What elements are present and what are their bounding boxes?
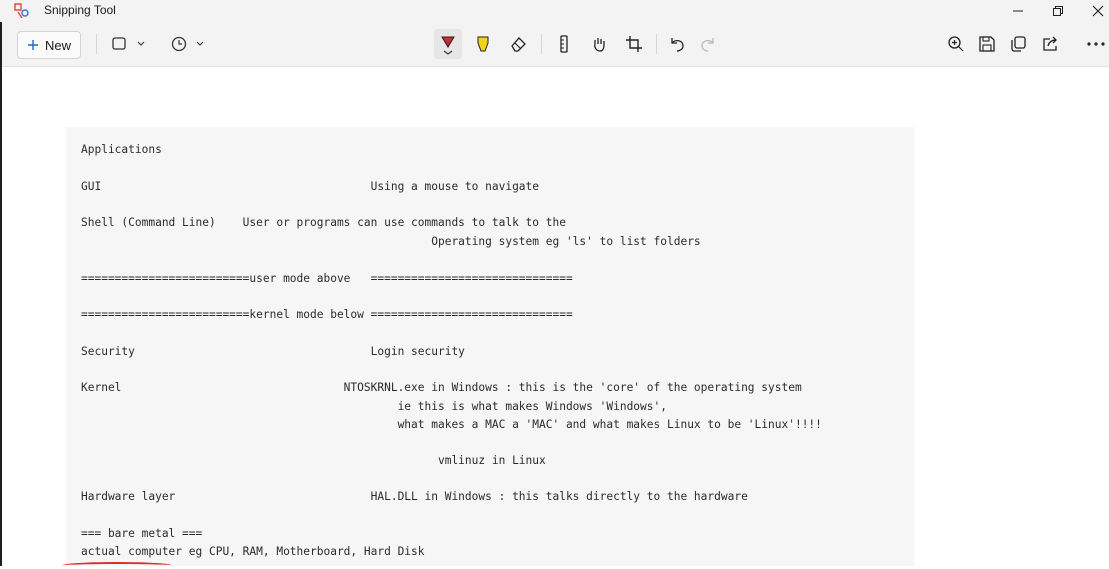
doc-line: Security Login security (81, 345, 465, 358)
touch-writing-button[interactable] (587, 30, 611, 58)
more-options-button[interactable] (1082, 30, 1109, 58)
doc-line: Operating system eg 'ls' to list folders (81, 235, 701, 248)
delay-dropdown[interactable] (167, 30, 207, 58)
minimize-icon (1013, 10, 1023, 12)
ruler-icon (560, 35, 568, 53)
redo-button[interactable] (696, 30, 720, 58)
highlighter-button[interactable] (470, 30, 496, 58)
zoom-icon (948, 36, 964, 52)
copy-button[interactable] (1006, 30, 1030, 58)
title-bar: Snipping Tool (0, 0, 1109, 22)
doc-line: Hardware layer HAL.DLL in Windows : this… (81, 490, 748, 503)
doc-line: what makes a MAC a 'MAC' and what makes … (81, 418, 822, 431)
touch-writing-icon (594, 38, 605, 52)
zoom-button[interactable] (944, 30, 968, 58)
doc-line: Applications (81, 143, 162, 156)
doc-line: vmlinuz in Linux (81, 454, 546, 467)
eraser-button[interactable] (505, 30, 531, 58)
doc-line: Shell (Command Line) User or programs ca… (81, 216, 566, 229)
undo-button[interactable] (665, 30, 689, 58)
ballpoint-pen-button[interactable] (434, 29, 462, 59)
doc-line: actual computer eg CPU, RAM, Motherboard… (81, 545, 425, 558)
restore-button[interactable] (1038, 0, 1078, 22)
divider (96, 34, 97, 54)
doc-line: === bare metal === (81, 527, 203, 540)
plus-icon (28, 40, 38, 50)
close-icon (1092, 5, 1104, 17)
doc-line: Kernel NTOSKRNL.exe in Windows : this is… (81, 381, 802, 394)
crop-button[interactable] (622, 30, 646, 58)
window-title: Snipping Tool (44, 3, 116, 17)
save-button[interactable] (975, 30, 999, 58)
save-icon (979, 36, 995, 52)
ruler-button[interactable] (552, 30, 576, 58)
snipping-tool-logo-icon (14, 3, 29, 19)
snip-mode-icon (112, 37, 145, 50)
window-left-edge (0, 22, 2, 566)
ballpoint-pen-icon (441, 36, 455, 55)
doc-line: =========================kernel mode bel… (81, 308, 573, 321)
copy-icon (1011, 36, 1026, 52)
close-button[interactable] (1078, 0, 1109, 22)
new-snip-button[interactable]: New (17, 31, 81, 59)
redo-icon (701, 38, 714, 52)
toolbar: New (0, 22, 1109, 67)
crop-icon (626, 36, 642, 52)
doc-line: =========================user mode above… (81, 272, 573, 285)
snip-mode-dropdown[interactable] (108, 30, 148, 58)
doc-line: ie this is what makes Windows 'Windows', (81, 400, 667, 413)
divider (541, 34, 542, 54)
undo-icon (671, 38, 684, 52)
divider (656, 34, 657, 54)
delay-icon (171, 36, 204, 52)
minimize-button[interactable] (998, 0, 1038, 22)
more-icon (1087, 42, 1105, 46)
highlighter-icon (477, 36, 489, 52)
captured-document: Applications GUI Using a mouse to naviga… (66, 127, 914, 566)
restore-icon (1053, 6, 1063, 16)
eraser-icon (511, 37, 526, 52)
new-snip-label: New (45, 37, 72, 53)
share-icon (1043, 36, 1057, 51)
share-button[interactable] (1038, 30, 1062, 58)
doc-line: GUI Using a mouse to navigate (81, 180, 540, 193)
